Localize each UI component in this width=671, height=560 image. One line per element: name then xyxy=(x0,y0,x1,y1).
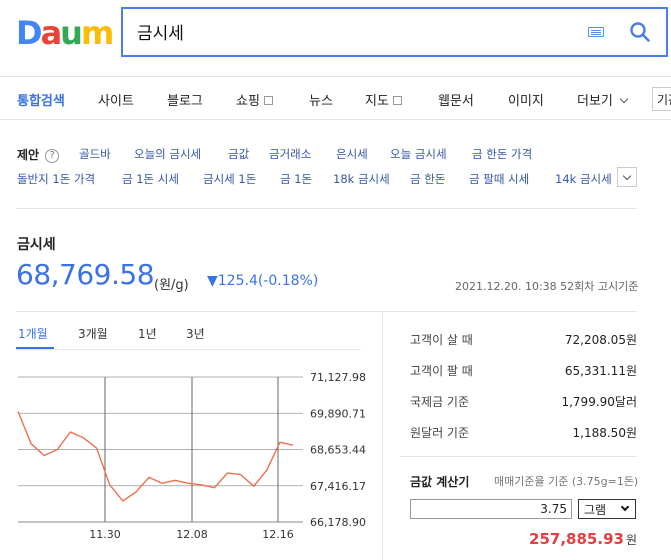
keyboard-icon[interactable] xyxy=(588,27,604,37)
info-label: 고객이 살 때 xyxy=(410,333,473,347)
suggest-link[interactable]: 돌반지 1돈 가격 xyxy=(17,171,95,187)
info-label: 고객이 팔 때 xyxy=(410,364,473,378)
popup-icon xyxy=(392,96,402,105)
suggest-link[interactable]: 금값 xyxy=(228,146,249,162)
suggest-link[interactable]: 금거래소 xyxy=(269,146,311,162)
y-tick-label: 71,127.98 xyxy=(310,371,366,384)
price-series-line xyxy=(17,411,294,502)
tab-shopping[interactable]: 쇼핑 xyxy=(236,90,273,109)
x-tick-label: 11.30 xyxy=(89,528,121,541)
suggest-link[interactable]: 은시세 xyxy=(336,146,368,162)
y-tick-label: 66,178.90 xyxy=(310,516,366,529)
info-label: 국제금 기준 xyxy=(410,395,470,409)
x-tick-label: 12.08 xyxy=(176,528,208,541)
suggest-link[interactable]: 18k 금시세 xyxy=(333,171,390,187)
logo-letter: u xyxy=(60,14,83,52)
suggest-link[interactable]: 오늘의 금시세 xyxy=(134,146,201,162)
period-tab-1y[interactable]: 1년 xyxy=(138,325,157,342)
daum-logo[interactable]: Daum xyxy=(16,14,114,52)
calc-result: 257,885.93 원 xyxy=(410,530,637,548)
suggest-link[interactable]: 금 1돈 시세 xyxy=(122,171,179,187)
y-tick-label: 68,653.44 xyxy=(310,444,366,457)
tab-more-label: 더보기 xyxy=(577,94,613,109)
tab-site[interactable]: 사이트 xyxy=(98,90,134,109)
info-row-intl: 국제금 기준 1,799.90달러 xyxy=(410,393,637,410)
x-tick-label: 12.16 xyxy=(262,528,294,541)
y-tick-label: 67,416.17 xyxy=(310,480,366,493)
period-tabs: 1개월 3개월 1년 3년 xyxy=(16,320,361,350)
tab-map-label: 지도 xyxy=(365,94,389,109)
info-label: 원달러 기준 xyxy=(410,426,470,440)
popup-icon xyxy=(263,96,273,105)
active-tab-indicator xyxy=(16,347,54,349)
info-row-usdkrw: 원달러 기준 1,188.50원 xyxy=(410,424,637,441)
period-tab-1m[interactable]: 1개월 xyxy=(18,325,48,342)
calc-result-unit: 원 xyxy=(625,533,637,547)
info-value: 65,331.11원 xyxy=(564,364,637,378)
divider xyxy=(16,311,637,312)
logo-letter: D xyxy=(16,14,43,52)
gold-unit: (원/g) xyxy=(154,278,189,293)
suggest-label: 제안 xyxy=(17,148,40,162)
help-icon[interactable]: ? xyxy=(45,149,60,163)
suggest-header: 제안? xyxy=(17,146,60,163)
suggest-link[interactable]: 금 한돈 xyxy=(410,171,445,187)
column-divider xyxy=(382,312,383,560)
search-input[interactable] xyxy=(137,21,557,41)
suggest-link[interactable]: 금 한돈 가격 xyxy=(472,146,532,162)
tab-shopping-label: 쇼핑 xyxy=(236,94,260,109)
calc-unit-select[interactable]: 그램 xyxy=(578,499,636,519)
calc-result-value: 257,885.93 xyxy=(529,530,624,548)
suggest-link[interactable]: 골드바 xyxy=(79,146,111,162)
tab-webdoc[interactable]: 웹문서 xyxy=(438,90,474,109)
gold-timestamp: 2021.12.20. 10:38 52회차 고시기준 xyxy=(455,280,639,293)
price-chart[interactable]: 71,127.98 69,890.71 68,653.44 67,416.17 66,1… xyxy=(0,362,380,560)
period-tab-3y[interactable]: 3년 xyxy=(186,325,205,342)
tab-map[interactable]: 지도 xyxy=(365,90,402,109)
logo-letter: a xyxy=(40,14,63,52)
info-row-buy: 고객이 살 때 72,208.05원 xyxy=(410,331,637,348)
suggest-link[interactable]: 금시세 1돈 xyxy=(203,171,256,187)
divider xyxy=(400,456,637,457)
suggest-link[interactable]: 금 팔때 시세 xyxy=(469,171,529,187)
info-value: 1,799.90달러 xyxy=(561,395,637,409)
tab-more[interactable]: 더보기 xyxy=(577,90,629,109)
tab-news[interactable]: 뉴스 xyxy=(309,90,333,109)
suggest-link[interactable]: 14k 금시세 xyxy=(555,171,613,187)
calc-amount-input[interactable] xyxy=(410,499,572,519)
search-box xyxy=(121,7,668,57)
tab-image[interactable]: 이미지 xyxy=(508,90,544,109)
suggest-link[interactable]: 오늘 금시세 xyxy=(390,146,447,162)
search-icon[interactable] xyxy=(628,20,652,44)
suggest-link[interactable]: 금 1돈 xyxy=(280,171,312,187)
gold-price: 68,769.58 xyxy=(16,258,155,291)
gold-title: 금시세 xyxy=(17,237,56,253)
chevron-down-icon xyxy=(619,94,629,104)
gold-change: ▼125.4(-0.18%) xyxy=(207,273,319,289)
search-tabs: 통합검색 사이트 블로그 쇼핑 뉴스 지도 웹문서 이미지 더보기 기간 xyxy=(0,76,671,120)
info-value: 72,208.05원 xyxy=(564,333,637,347)
chevron-down-icon xyxy=(620,502,630,512)
calc-note: 매매기준율 기준 (3.75g=1돈) xyxy=(494,475,639,488)
calc-unit-label: 그램 xyxy=(584,503,607,517)
info-value: 1,188.50원 xyxy=(572,426,637,440)
period-filter-button[interactable]: 기간 xyxy=(652,87,671,111)
info-row-sell: 고객이 팔 때 65,331.11원 xyxy=(410,362,637,379)
divider xyxy=(16,208,637,209)
y-tick-label: 69,890.71 xyxy=(310,407,366,420)
logo-letter: m xyxy=(80,14,114,52)
calc-title: 금값 계산기 xyxy=(410,475,470,489)
suggest-expand-button[interactable] xyxy=(617,167,637,187)
tab-integrated[interactable]: 통합검색 xyxy=(17,90,65,109)
period-tab-3m[interactable]: 3개월 xyxy=(78,325,108,342)
tab-blog[interactable]: 블로그 xyxy=(167,90,203,109)
